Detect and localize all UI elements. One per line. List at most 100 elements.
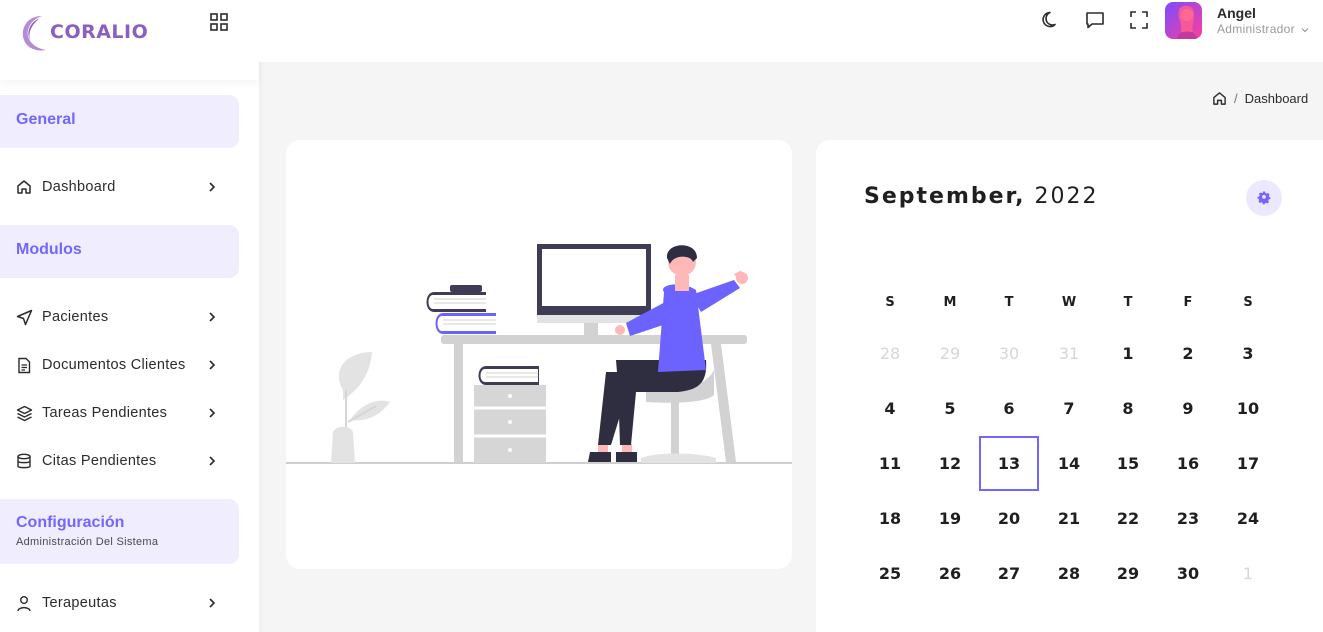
sidebar-item-terapeutas[interactable]: Terapeutas	[0, 589, 239, 617]
calendar-day[interactable]: 31	[1039, 326, 1099, 381]
calendar-day[interactable]: 26	[920, 546, 980, 601]
section-title: Configuración	[16, 514, 125, 531]
calendar-day[interactable]: 23	[1158, 491, 1218, 546]
welcome-illustration-card	[286, 140, 792, 569]
calendar-day[interactable]: 4	[860, 381, 920, 436]
calendar-day[interactable]: 17	[1218, 436, 1278, 491]
calendar-day[interactable]: 18	[860, 491, 920, 546]
layers-icon	[15, 404, 33, 422]
calendar-day[interactable]: 11	[860, 436, 920, 491]
calendar-day[interactable]: 5	[920, 381, 980, 436]
calendar-day[interactable]: 14	[1039, 436, 1099, 491]
calendar-month: September,	[864, 184, 1026, 209]
sidebar-section-general: General	[0, 95, 239, 148]
weekday-header: S	[1243, 295, 1253, 310]
calendar-day[interactable]: 30	[1158, 546, 1218, 601]
calendar-card: September, 2022 S M T W T F S 28 29 30 31 1 2 3 4 5 6 7 8 9…	[816, 140, 1323, 632]
calendar-day[interactable]: 29	[1098, 546, 1158, 601]
sidebar-item-label: Tareas Pendientes	[42, 405, 168, 421]
weekday-header: T	[1123, 295, 1133, 310]
calendar-day[interactable]: 16	[1158, 436, 1218, 491]
sidebar-section-configuracion: Configuración Administración Del Sistema	[0, 499, 239, 564]
weekday-header: F	[1183, 295, 1193, 310]
chevron-right-icon	[209, 182, 216, 192]
send-icon	[15, 308, 33, 326]
calendar-settings-button[interactable]	[1246, 180, 1282, 216]
home-icon[interactable]	[1212, 91, 1227, 106]
calendar-day[interactable]: 27	[979, 546, 1039, 601]
calendar-day-today[interactable]: 13	[979, 436, 1039, 491]
calendar-year: 2022	[1034, 184, 1099, 209]
breadcrumb: / Dashboard	[1212, 91, 1308, 106]
grid-icon[interactable]	[210, 13, 228, 31]
home-icon	[15, 178, 33, 196]
desk-illustration	[286, 244, 792, 464]
sidebar-item-label: Pacientes	[42, 309, 109, 325]
chat-icon[interactable]	[1084, 9, 1106, 31]
fullscreen-icon[interactable]	[1128, 9, 1150, 31]
calendar-day[interactable]: 9	[1158, 381, 1218, 436]
chevron-right-icon	[209, 456, 216, 466]
calendar-day[interactable]: 22	[1098, 491, 1158, 546]
breadcrumb-separator: /	[1234, 91, 1238, 106]
logo-bar: CORALIO	[0, 0, 259, 80]
section-title: General	[16, 111, 76, 128]
sidebar-item-label: Citas Pendientes	[42, 453, 157, 469]
section-title: Modulos	[16, 241, 82, 258]
calendar-day[interactable]: 24	[1218, 491, 1278, 546]
database-icon	[15, 452, 33, 470]
section-subtitle: Administración Del Sistema	[16, 536, 159, 548]
calendar-day[interactable]: 30	[979, 326, 1039, 381]
weekday-header: S	[885, 295, 895, 310]
calendar-day[interactable]: 2	[1158, 326, 1218, 381]
chevron-right-icon	[209, 312, 216, 322]
chevron-right-icon	[209, 408, 216, 418]
calendar-day[interactable]: 8	[1098, 381, 1158, 436]
calendar-day[interactable]: 6	[979, 381, 1039, 436]
calendar-day[interactable]: 28	[1039, 546, 1099, 601]
calendar-day[interactable]: 15	[1098, 436, 1158, 491]
weekday-header: W	[1061, 295, 1077, 310]
sidebar-item-label: Dashboard	[42, 179, 116, 195]
avatar[interactable]	[1165, 2, 1202, 39]
brand-name: CORALIO	[50, 21, 149, 43]
calendar-day[interactable]: 28	[860, 326, 920, 381]
weekday-header: T	[1004, 295, 1014, 310]
weekday-header: M	[943, 295, 957, 310]
user-role-dropdown[interactable]: Administrador	[1217, 22, 1309, 36]
brand-crescent-icon	[22, 16, 46, 51]
user-role-label: Administrador	[1217, 22, 1295, 36]
calendar-day[interactable]: 19	[920, 491, 980, 546]
calendar-day[interactable]: 25	[860, 546, 920, 601]
sidebar-item-citas-pendientes[interactable]: Citas Pendientes	[0, 447, 239, 475]
calendar-title: September, 2022	[864, 184, 1099, 209]
brand-logo[interactable]: CORALIO	[18, 10, 158, 54]
file-icon	[15, 356, 33, 374]
calendar-day[interactable]: 20	[979, 491, 1039, 546]
calendar-day[interactable]: 1	[1098, 326, 1158, 381]
moon-icon[interactable]	[1039, 9, 1061, 31]
top-header: Angel Administrador	[259, 0, 1323, 62]
sidebar-item-dashboard[interactable]: Dashboard	[0, 173, 239, 201]
sidebar-item-label: Terapeutas	[42, 595, 117, 611]
chevron-down-icon	[1301, 28, 1309, 33]
breadcrumb-current: Dashboard	[1244, 91, 1309, 106]
calendar-day[interactable]: 7	[1039, 381, 1099, 436]
calendar-day[interactable]: 29	[920, 326, 980, 381]
sidebar-item-label: Documentos Clientes	[42, 357, 186, 373]
sidebar-section-modulos: Modulos	[0, 225, 239, 278]
calendar-day[interactable]: 21	[1039, 491, 1099, 546]
sidebar: CORALIO General Dashboard Modulos Pacien…	[0, 0, 259, 632]
calendar-day[interactable]: 10	[1218, 381, 1278, 436]
calendar-day[interactable]: 1	[1218, 546, 1278, 601]
user-avatar-image	[1177, 5, 1197, 39]
user-icon	[15, 594, 33, 612]
chevron-right-icon	[209, 598, 216, 608]
calendar-day[interactable]: 3	[1218, 326, 1278, 381]
user-name[interactable]: Angel	[1217, 5, 1256, 21]
sidebar-item-tareas-pendientes[interactable]: Tareas Pendientes	[0, 399, 239, 427]
sidebar-item-pacientes[interactable]: Pacientes	[0, 303, 239, 331]
calendar-day[interactable]: 12	[920, 436, 980, 491]
sidebar-item-documentos-clientes[interactable]: Documentos Clientes	[0, 351, 239, 379]
chevron-right-icon	[209, 360, 216, 370]
